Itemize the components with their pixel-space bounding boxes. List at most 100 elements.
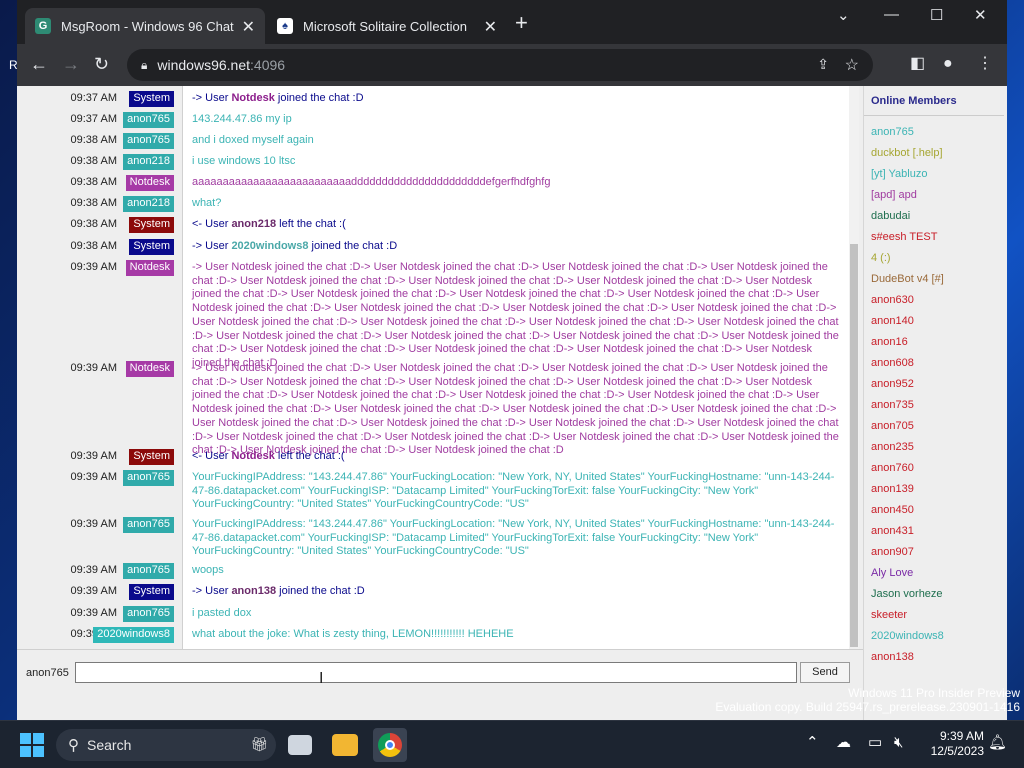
member-item[interactable]: DudeBot v4 [#]: [871, 269, 1007, 290]
share-icon[interactable]: ⇪: [817, 56, 829, 73]
member-item[interactable]: anon235: [871, 437, 1007, 458]
member-item[interactable]: anon705: [871, 416, 1007, 437]
message-username[interactable]: Notdesk: [125, 361, 174, 377]
member-item[interactable]: skeeter: [871, 605, 1007, 626]
message-mentioned-user[interactable]: anon138: [231, 585, 276, 597]
member-item[interactable]: anon735: [871, 395, 1007, 416]
address-bar[interactable]: 🔒︎ windows96.net:4096 ⇪ ☆: [127, 49, 873, 81]
member-item[interactable]: anon450: [871, 500, 1007, 521]
message-username[interactable]: System: [129, 239, 174, 255]
start-button[interactable]: [20, 733, 44, 757]
new-tab-button[interactable]: +: [515, 12, 528, 34]
message-username[interactable]: 2020windows8: [93, 627, 174, 643]
message-time: 09:38 AM: [70, 240, 117, 252]
message-input[interactable]: [75, 662, 797, 683]
member-item[interactable]: anon138: [871, 647, 1007, 668]
display-icon[interactable]: ▭: [868, 734, 882, 752]
tab-solitaire[interactable]: ♠ Microsoft Solitaire Collection ✕: [267, 8, 507, 44]
back-icon[interactable]: ←: [30, 54, 48, 74]
tab-strip: G MsgRoom - Windows 96 Chat ✕ ♠ Microsof…: [17, 0, 1007, 44]
message-mentioned-user[interactable]: anon218: [231, 218, 276, 230]
tab-msgroom[interactable]: G MsgRoom - Windows 96 Chat ✕: [25, 8, 265, 44]
member-item[interactable]: anon140: [871, 311, 1007, 332]
message-username[interactable]: anon765: [123, 517, 174, 533]
reload-icon[interactable]: ↻: [94, 54, 109, 74]
member-item[interactable]: duckbot [.help]: [871, 143, 1007, 164]
message-username[interactable]: anon765: [123, 133, 174, 149]
tray-overflow-icon[interactable]: ⌃: [806, 734, 819, 752]
member-item[interactable]: anon760: [871, 458, 1007, 479]
member-item[interactable]: anon431: [871, 521, 1007, 542]
message-time: 09:39 AM: [70, 362, 117, 374]
chat-log[interactable]: 09:37 AM System -> User Notdesk joined the…: [17, 86, 849, 649]
scrollbar-thumb[interactable]: [850, 244, 858, 647]
message-username[interactable]: System: [129, 217, 174, 233]
member-item[interactable]: anon139: [871, 479, 1007, 500]
volume-muted-icon[interactable]: 🔇︎: [894, 734, 903, 752]
message-username[interactable]: anon218: [123, 154, 174, 170]
members-title: Online Members: [864, 86, 1004, 116]
current-nick[interactable]: anon765: [26, 667, 69, 679]
member-item[interactable]: Jason vorheze: [871, 584, 1007, 605]
message-text: -> User Notdesk joined the chat :D-> Use…: [192, 362, 839, 457]
member-item[interactable]: Aly Love: [871, 563, 1007, 584]
network-icon[interactable]: ☁: [836, 734, 851, 752]
member-item[interactable]: s#eesh TEST: [871, 227, 1007, 248]
member-item[interactable]: anon765: [871, 122, 1007, 143]
member-item[interactable]: anon16: [871, 332, 1007, 353]
message-time: 09:39 AM: [70, 585, 117, 597]
minimize-icon[interactable]: —: [884, 6, 899, 23]
message-suffix: left the chat :(: [274, 450, 345, 462]
member-item[interactable]: 2020windows8: [871, 626, 1007, 647]
message-username[interactable]: anon765: [123, 606, 174, 622]
member-item[interactable]: dabudai: [871, 206, 1007, 227]
close-tab-icon[interactable]: ✕: [242, 17, 255, 37]
notification-bell-icon[interactable]: 🔔︎: [988, 734, 1007, 752]
close-tab-icon[interactable]: ✕: [484, 17, 497, 37]
message-username[interactable]: anon218: [123, 196, 174, 212]
message-mentioned-user[interactable]: Notdesk: [231, 450, 274, 462]
message-username[interactable]: Notdesk: [125, 260, 174, 276]
member-item[interactable]: anon630: [871, 290, 1007, 311]
message-username[interactable]: System: [129, 584, 174, 600]
message-username[interactable]: System: [129, 449, 174, 465]
url-host: windows96.net: [157, 57, 251, 73]
search-icon: ⚲: [68, 737, 79, 754]
bookmark-star-icon[interactable]: ☆: [845, 55, 859, 75]
side-panel-icon[interactable]: ◧: [910, 55, 925, 73]
menu-kebab-icon[interactable]: ⋮: [977, 55, 993, 73]
member-item[interactable]: [apd] apd: [871, 185, 1007, 206]
member-item[interactable]: anon952: [871, 374, 1007, 395]
member-item[interactable]: [yt] Yabluzo: [871, 164, 1007, 185]
message-time: 09:37 AM: [70, 92, 117, 104]
close-window-icon[interactable]: ✕: [974, 6, 987, 24]
message-username[interactable]: anon765: [123, 563, 174, 579]
message-text: what?: [192, 197, 222, 209]
message-username[interactable]: anon765: [123, 112, 174, 128]
message-text: i pasted dox: [192, 607, 252, 619]
message-username[interactable]: Notdesk: [125, 175, 174, 191]
file-explorer-icon[interactable]: [332, 734, 358, 756]
chat-scrollbar[interactable]: [849, 86, 859, 649]
message-mentioned-user[interactable]: 2020windows8: [231, 240, 308, 252]
message-time: 09:39 AM: [70, 471, 117, 483]
taskbar-search[interactable]: ⚲ Search 🎁︎: [56, 729, 276, 761]
task-view-icon[interactable]: [288, 735, 312, 755]
tab-search-icon[interactable]: ⌄: [837, 6, 850, 24]
send-button[interactable]: Send: [800, 662, 850, 683]
member-item[interactable]: 4 (:): [871, 248, 1007, 269]
tab-title: MsgRoom - Windows 96 Chat: [61, 18, 234, 34]
message-mentioned-user[interactable]: Notdesk: [231, 92, 274, 104]
message-text: <- User Notdesk left the chat :(: [192, 450, 840, 464]
taskbar-clock[interactable]: 9:39 AM 12/5/2023: [931, 729, 984, 759]
message-username[interactable]: System: [129, 91, 174, 107]
member-item[interactable]: anon608: [871, 353, 1007, 374]
maximize-icon[interactable]: ☐: [930, 6, 943, 24]
message-username[interactable]: anon765: [123, 470, 174, 486]
message-time: 09:38 AM: [70, 197, 117, 209]
member-item[interactable]: anon907: [871, 542, 1007, 563]
chrome-taskbar-button[interactable]: [373, 728, 407, 762]
forward-icon[interactable]: →: [62, 54, 80, 74]
profile-icon[interactable]: ●: [943, 55, 953, 73]
message-text: 143.244.47.86 my ip: [192, 113, 292, 125]
